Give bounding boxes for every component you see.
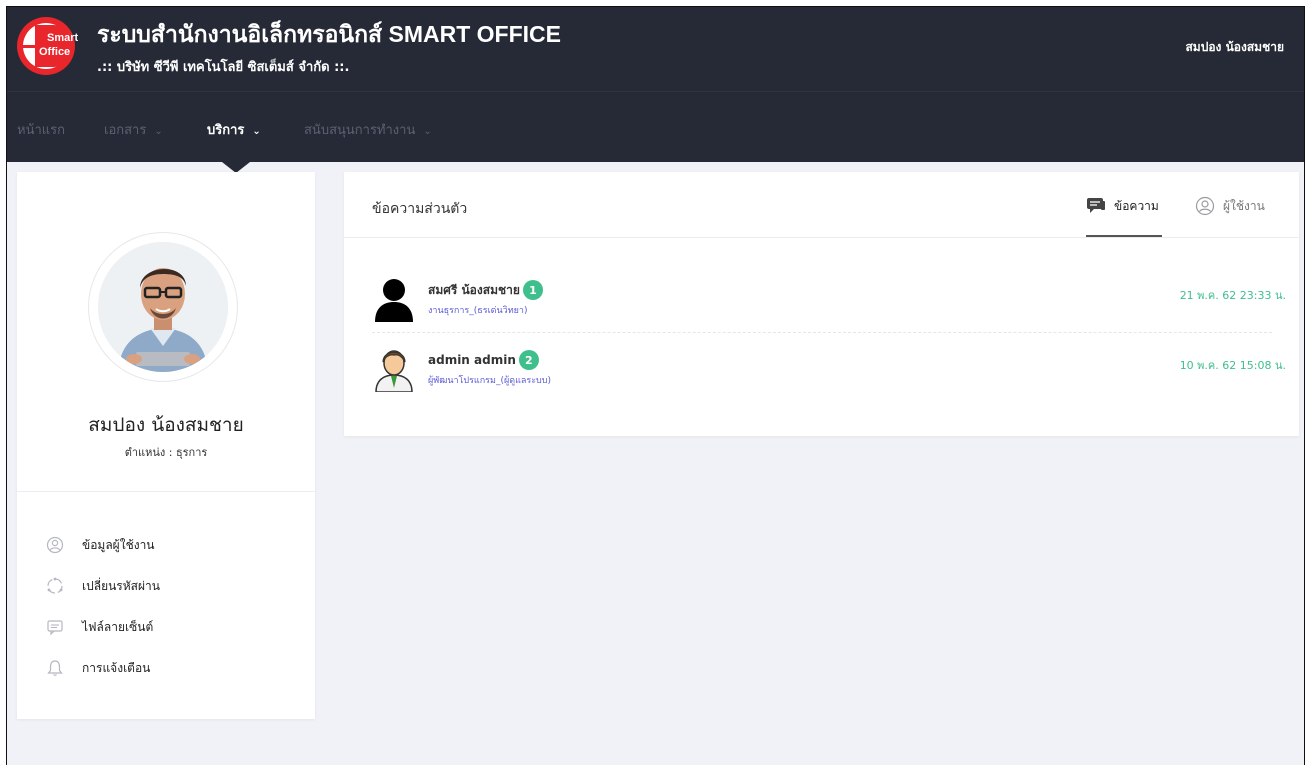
chevron-down-icon: ⌄ <box>252 126 261 137</box>
main-nav: หน้าแรก เอกสาร ⌄ บริการ ⌄ สนับสนุนการทำงาน… <box>7 91 1304 162</box>
sender-department: ผู้พัฒนาโปรแกรม_(ผู้ดูแลระบบ) <box>428 376 551 386</box>
sidebar-item-signature-file[interactable]: ไฟล์ลายเซ็นต์ <box>45 617 153 637</box>
profile-name: สมปอง น้องสมชาย <box>88 414 244 436</box>
logo-text-smart: Smart <box>47 32 79 44</box>
nav-item-work-support[interactable]: สนับสนุนการทำงาน ⌄ <box>304 119 432 140</box>
nav-item-services[interactable]: บริการ ⌄ <box>207 119 261 140</box>
message-row[interactable]: admin admin 2 ผู้พัฒนาโปรแกรม_(ผู้ดูแลระ… <box>372 346 1286 404</box>
company-name: .:: บริษัท ซีวีพี เทคโนโลยี ซิสเต็มส์ จำ… <box>97 60 350 75</box>
tab-label: ผู้ใช้งาน <box>1223 198 1265 213</box>
sidebar-item-label: การแจ้งเตือน <box>82 660 151 675</box>
user-circle-icon <box>45 535 65 555</box>
current-user-name[interactable]: สมปอง น้องสมชาย <box>1185 38 1284 57</box>
sidebar-item-notifications[interactable]: การแจ้งเตือน <box>45 658 150 678</box>
sender-department: งานธุรการ_(ธรเด่นวิทยา) <box>428 306 528 316</box>
nav-item-home[interactable]: หน้าแรก <box>17 119 65 140</box>
avatar[interactable] <box>98 242 228 372</box>
message-row[interactable]: สมศรี น้องสมชาย 1 งานธุรการ_(ธรเด่นวิทยา… <box>372 276 1286 334</box>
nav-item-documents[interactable]: เอกสาร ⌄ <box>104 119 163 140</box>
sidebar-item-label: เปลี่ยนรหัสผ่าน <box>82 578 160 593</box>
sidebar-item-user-info[interactable]: ข้อมูลผู้ใช้งาน <box>45 535 155 555</box>
sidebar-item-change-password[interactable]: เปลี่ยนรหัสผ่าน <box>45 576 160 596</box>
app-frame: Smart Office ระบบสำนักงานอิเล็กทรอนิกส์ … <box>6 6 1305 765</box>
divider <box>372 332 1272 333</box>
sender-name: สมศรี น้องสมชาย 1 <box>428 280 543 300</box>
comment-icon <box>45 617 65 637</box>
refresh-icon <box>45 576 65 596</box>
nav-item-label: บริการ <box>207 123 245 138</box>
message-timestamp: 21 พ.ค. 62 23:33 น. <box>1179 289 1286 302</box>
user-circle-icon <box>1195 196 1215 216</box>
message-timestamp: 10 พ.ค. 62 15:08 น. <box>1179 359 1286 372</box>
nav-item-label: สนับสนุนการทำงาน <box>304 123 416 138</box>
user-silhouette-icon <box>374 278 414 322</box>
sidebar-item-label: ไฟล์ลายเซ็นต์ <box>82 619 154 634</box>
sender-name: admin admin 2 <box>428 350 539 370</box>
smart-office-logo[interactable]: Smart Office <box>17 17 79 75</box>
profile-avatar-frame <box>88 232 238 382</box>
admin-avatar-icon <box>374 348 414 393</box>
sidebar-item-label: ข้อมูลผู้ใช้งาน <box>82 537 155 552</box>
divider <box>344 237 1299 238</box>
app-title: ระบบสำนักงานอิเล็กทรอนิกส์ SMART OFFICE <box>97 21 561 47</box>
profile-position: ตำแหน่ง : ธุรการ <box>124 446 208 459</box>
tab-messages[interactable]: ข้อความ <box>1086 196 1159 216</box>
unread-count-badge: 1 <box>522 280 543 300</box>
profile-card: สมปอง น้องสมชาย ตำแหน่ง : ธุรการ ข้อมูลผ… <box>17 172 315 719</box>
bell-icon <box>45 658 65 678</box>
chat-bubble-icon <box>1086 197 1106 215</box>
nav-item-label: เอกสาร <box>104 123 147 138</box>
logo-text-office: Office <box>39 46 71 58</box>
tab-label: ข้อความ <box>1114 198 1159 213</box>
chevron-down-icon: ⌄ <box>423 126 432 137</box>
unread-count-badge: 2 <box>518 350 539 370</box>
private-messages-card: ข้อความส่วนตัว ข้อความ ผู้ใช้งาน สมศรี น… <box>344 172 1299 436</box>
nav-item-label: หน้าแรก <box>17 123 65 138</box>
tab-users[interactable]: ผู้ใช้งาน <box>1195 196 1265 216</box>
messages-title: ข้อความส่วนตัว <box>372 201 468 217</box>
chevron-down-icon: ⌄ <box>154 126 163 137</box>
top-header: Smart Office ระบบสำนักงานอิเล็กทรอนิกส์ … <box>7 7 1304 91</box>
divider <box>17 491 315 492</box>
